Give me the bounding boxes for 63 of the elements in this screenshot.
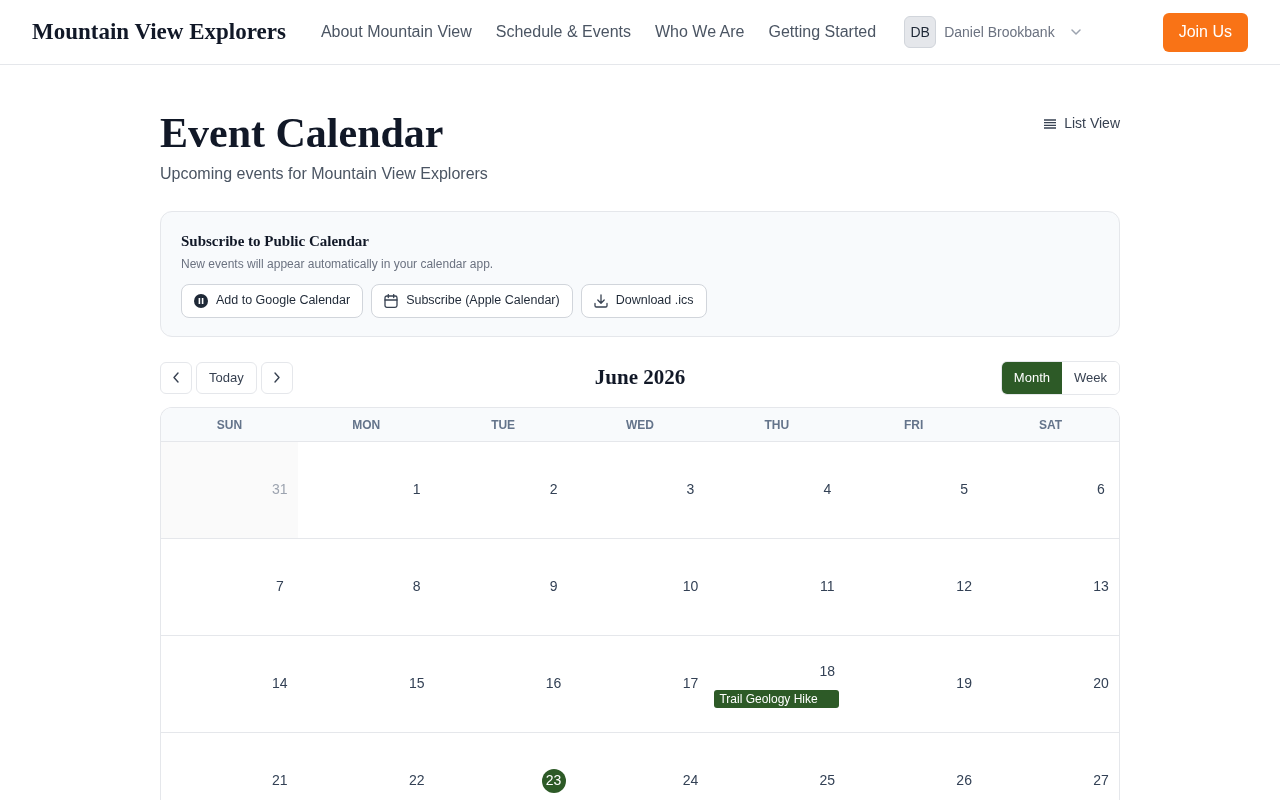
weekday-label: THU	[764, 418, 790, 432]
day-number: 4	[822, 480, 833, 499]
month-title: June 2026	[594, 363, 686, 391]
day-number: 3	[685, 480, 696, 499]
list-view-button[interactable]: List View	[1044, 113, 1120, 134]
day-number: 20	[1092, 674, 1110, 693]
weekday-label: WED	[626, 418, 654, 432]
weekday-label: SUN	[216, 418, 243, 432]
chevron-right-icon	[273, 372, 280, 383]
user-name[interactable]: Daniel Brookbank	[944, 21, 1055, 43]
day-number: 15	[407, 674, 426, 693]
page-subtitle: Upcoming events for Mountain View Explorers	[160, 164, 488, 184]
chevron-left-icon	[173, 372, 179, 383]
day-number: 16	[544, 674, 563, 693]
day-number: 11	[819, 577, 836, 596]
day-number: 12	[955, 577, 973, 596]
subscribe-button[interactable]: Add to Google Calendar	[181, 283, 364, 318]
subscribe-button[interactable]: Subscribe (Apple Calendar)	[371, 283, 573, 318]
day-number: 10	[681, 577, 700, 596]
day-number: 19	[955, 674, 973, 693]
nav-link[interactable]: Who We Are	[655, 20, 745, 44]
day-number: 22	[407, 771, 426, 790]
caret-icon[interactable]	[1070, 29, 1081, 35]
day-number: 8	[411, 577, 422, 596]
day-number: 18	[818, 661, 837, 681]
day-number: 7	[274, 577, 285, 596]
previous-button[interactable]	[160, 361, 192, 394]
next-button[interactable]	[260, 361, 293, 394]
day-number: 27	[1092, 771, 1110, 790]
day-number: 2	[548, 480, 559, 499]
day-number: 14	[271, 674, 289, 693]
site-logo[interactable]: Mountain View Explorers	[32, 14, 286, 50]
nav-link[interactable]: About Mountain View	[320, 20, 472, 44]
day-number: 1	[411, 480, 422, 499]
user-avatar[interactable]: DB	[904, 16, 937, 48]
event-chip[interactable]: Trail Geology Hike	[714, 690, 840, 708]
day-number: 6	[1096, 480, 1106, 499]
nav-link[interactable]: Getting Started	[768, 20, 877, 44]
day-number: 24	[681, 771, 700, 790]
subscribe-button[interactable]: Download .ics	[580, 283, 707, 318]
day-number: 9	[548, 577, 559, 596]
day-number: 5	[959, 480, 970, 499]
today-button[interactable]: Today	[196, 361, 257, 394]
view-tab[interactable]: Month	[1001, 361, 1062, 394]
weekday-label: TUE	[491, 418, 516, 432]
day-number: 13	[1092, 577, 1110, 596]
page-title: Event Calendar	[160, 109, 445, 157]
weekday-label: SAT	[1039, 418, 1063, 432]
weekday-label: MON	[352, 418, 381, 432]
panel-title: Subscribe to Public Calendar	[181, 232, 370, 251]
day-number: 17	[681, 674, 700, 693]
pause-circle-icon	[194, 293, 208, 308]
day-number: 21	[271, 771, 289, 790]
panel-description: New events will appear automatically in your calendar app.	[181, 255, 495, 273]
download-icon	[593, 293, 608, 308]
weekday-label: FRI	[904, 418, 924, 432]
calendar-icon	[384, 293, 399, 308]
day-number: 31	[271, 480, 289, 499]
list-icon	[1044, 118, 1057, 129]
day-number: 23	[541, 768, 566, 793]
nav-link[interactable]: Schedule & Events	[495, 20, 631, 44]
day-number: 25	[818, 771, 837, 790]
day-number: 26	[955, 771, 973, 790]
